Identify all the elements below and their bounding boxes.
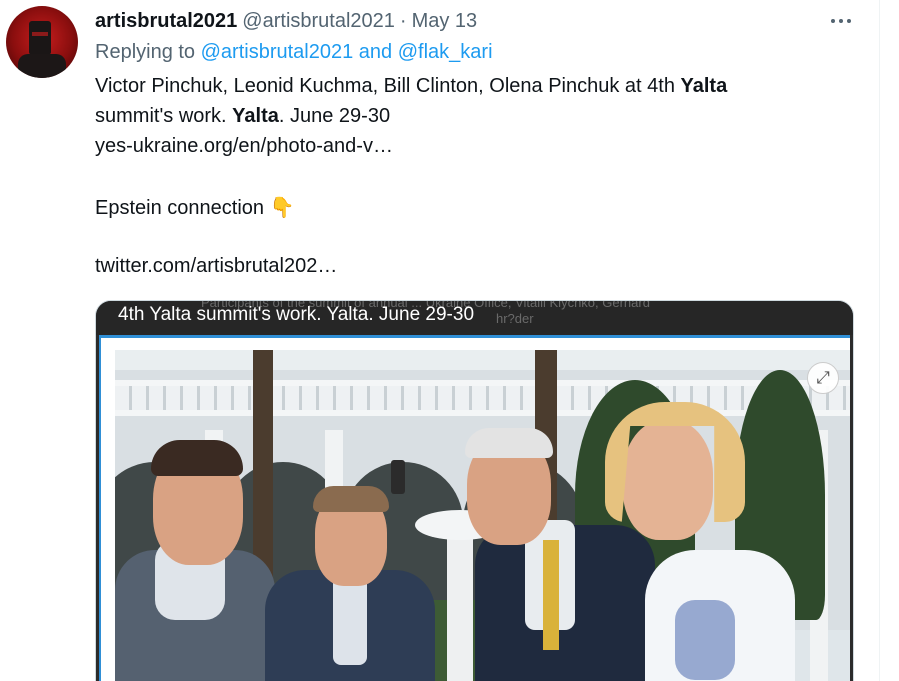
separator-dot: · bbox=[399, 9, 407, 32]
photo-balustrade bbox=[115, 380, 850, 416]
reply-user-link-2[interactable]: @flak_kari bbox=[398, 41, 493, 63]
tweet-text-segment: Victor Pinchuk, Leonid Kuchma, Bill Clin… bbox=[95, 75, 681, 97]
pointing-down-emoji-icon: 👇 bbox=[269, 197, 295, 219]
expand-arrows-icon[interactable]: ⤢ bbox=[807, 362, 839, 394]
tweet-link-twitter[interactable]: twitter.com/artisbrutal202… bbox=[95, 255, 337, 278]
display-name[interactable]: artisbrutal2021 bbox=[95, 10, 237, 33]
reply-conjunction[interactable]: and bbox=[359, 41, 392, 63]
tweet-text-bold: Yalta bbox=[680, 75, 728, 97]
tweet[interactable]: artisbrutal2021 @artisbrutal2021 · May 1… bbox=[0, 0, 880, 681]
photo-lamp bbox=[391, 460, 405, 494]
tweet-link-yes-ukraine[interactable]: yes-ukraine.org/en/photo-and-v… bbox=[95, 135, 393, 158]
avatar-figure-head bbox=[29, 21, 51, 55]
more-options-icon[interactable] bbox=[826, 10, 856, 32]
tweet-text-segment: . June 29-30 bbox=[278, 105, 391, 127]
card-photo[interactable]: ⤢ bbox=[115, 350, 850, 681]
link-card[interactable]: Participants of the summit of annual ...… bbox=[95, 300, 854, 681]
replying-to-label: Replying to bbox=[95, 41, 196, 63]
tweet-text-epstein: Epstein connection 👇 bbox=[95, 195, 294, 220]
tweet-text-bold: Yalta bbox=[232, 105, 279, 127]
card-frame: ⤢ bbox=[99, 335, 850, 681]
card-title: 4th Yalta summit's work. Yalta. June 29-… bbox=[118, 304, 475, 325]
avatar[interactable] bbox=[6, 6, 78, 78]
replying-to: Replying to @artisbrutal2021 and @flak_k… bbox=[95, 41, 493, 64]
avatar-figure-visor bbox=[32, 32, 48, 36]
tweet-text-segment: summit's work. bbox=[95, 105, 233, 127]
tweet-text-segment: Epstein connection bbox=[95, 197, 270, 219]
tweet-text-line-2: summit's work. Yalta. June 29-30 bbox=[95, 105, 390, 128]
card-ghost-text-side: hr?der bbox=[496, 311, 534, 326]
photo-fountain-stem bbox=[447, 530, 473, 681]
tweet-date[interactable]: May 13 bbox=[412, 10, 478, 33]
user-handle[interactable]: @artisbrutal2021 bbox=[242, 10, 395, 33]
tweet-header: artisbrutal2021 @artisbrutal2021 · May 1… bbox=[95, 9, 477, 33]
reply-user-link-1[interactable]: @artisbrutal2021 bbox=[201, 41, 354, 63]
tweet-text-line-1: Victor Pinchuk, Leonid Kuchma, Bill Clin… bbox=[95, 75, 727, 98]
avatar-figure-body bbox=[18, 54, 66, 78]
